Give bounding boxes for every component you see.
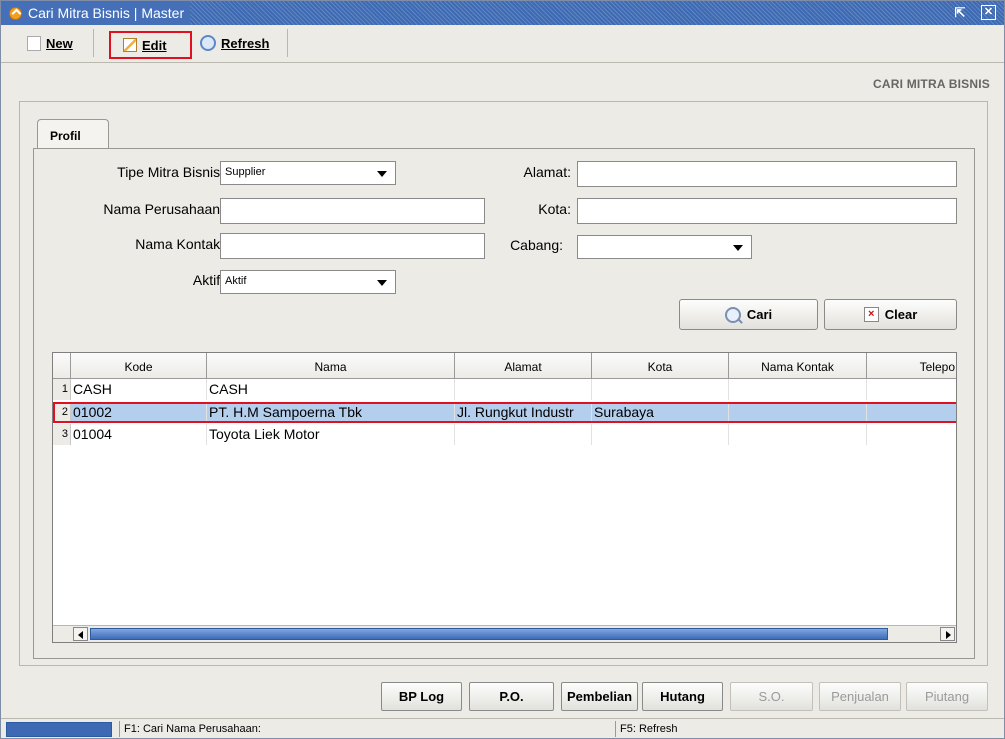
aktif-select[interactable]: Aktif: [220, 270, 396, 294]
aktif-label: Aktif:: [192, 272, 224, 288]
table-header: Kode Nama Alamat Kota Nama Kontak Telepo: [53, 353, 956, 379]
search-icon: [724, 306, 741, 323]
search-frame: Profil Tipe Mitra Bisnis: Supplier Nama …: [19, 101, 988, 666]
alamat-input[interactable]: [577, 161, 957, 187]
column-header-nama-kontak[interactable]: Nama Kontak: [729, 353, 867, 379]
po-button[interactable]: P.O.: [469, 682, 554, 711]
kota-input[interactable]: [577, 198, 957, 224]
nama-perusahaan-input[interactable]: [220, 198, 485, 224]
table-row[interactable]: 3 01004 Toyota Liek Motor: [53, 424, 956, 445]
window-title: Cari Mitra Bisnis | Master: [28, 5, 185, 21]
so-button[interactable]: S.O.: [730, 682, 813, 711]
column-header-kota[interactable]: Kota: [592, 353, 729, 379]
tab-profil[interactable]: Profil: [37, 119, 109, 149]
new-document-icon: [27, 35, 41, 51]
scroll-left-icon[interactable]: [73, 627, 88, 641]
restore-icon[interactable]: ⇱: [952, 5, 968, 21]
status-indicator: [6, 722, 112, 737]
app-icon: [9, 6, 22, 20]
toolbar: New Edit Refresh: [1, 25, 1004, 63]
pembelian-button[interactable]: Pembelian: [561, 682, 638, 711]
cabang-select[interactable]: [577, 235, 752, 259]
clear-button[interactable]: × Clear: [824, 299, 957, 330]
penjualan-button[interactable]: Penjualan: [819, 682, 901, 711]
status-f1: F1: Cari Nama Perusahaan:: [119, 721, 615, 737]
clear-icon: ×: [863, 307, 879, 322]
status-bar: F1: Cari Nama Perusahaan: F5: Refresh: [1, 718, 1004, 738]
results-table[interactable]: Kode Nama Alamat Kota Nama Kontak Telepo…: [52, 352, 957, 643]
column-header-alamat[interactable]: Alamat: [455, 353, 592, 379]
status-f5: F5: Refresh: [615, 721, 677, 737]
hutang-button[interactable]: Hutang: [642, 682, 723, 711]
column-header-telepon[interactable]: Telepo: [867, 353, 956, 379]
table-row-selected[interactable]: 2 01002 PT. H.M Sampoerna Tbk Jl. Rungku…: [53, 402, 956, 423]
scroll-thumb[interactable]: [90, 628, 888, 640]
nama-kontak-input[interactable]: [220, 233, 485, 259]
column-header-nama[interactable]: Nama: [207, 353, 455, 379]
column-header-kode[interactable]: Kode: [71, 353, 207, 379]
edit-button[interactable]: Edit: [109, 31, 192, 59]
refresh-button[interactable]: Refresh: [198, 29, 288, 57]
new-button[interactable]: New: [9, 29, 94, 57]
table-row[interactable]: 1 CASH CASH: [53, 379, 956, 400]
close-icon[interactable]: ✕: [981, 5, 996, 20]
alamat-label: Alamat:: [523, 164, 571, 180]
profil-panel: Tipe Mitra Bisnis: Supplier Nama Perusah…: [33, 148, 975, 659]
piutang-button[interactable]: Piutang: [906, 682, 988, 711]
main-window: Cari Mitra Bisnis | Master ⇱ ✕ New Edit …: [0, 0, 1005, 739]
tipe-mitra-label: Tipe Mitra Bisnis:: [117, 164, 224, 180]
cabang-label: Cabang:: [510, 237, 563, 253]
bp-log-button[interactable]: BP Log: [381, 682, 462, 711]
refresh-icon: [200, 35, 216, 51]
cari-button[interactable]: Cari: [679, 299, 818, 330]
pencil-icon: [123, 38, 137, 52]
page-title: CARI MITRA BISNIS: [873, 77, 990, 91]
title-bar: Cari Mitra Bisnis | Master ⇱ ✕: [1, 1, 1004, 25]
scroll-right-icon[interactable]: [940, 627, 955, 641]
nama-kontak-label: Nama Kontak:: [135, 236, 224, 252]
nama-perusahaan-label: Nama Perusahaan:: [103, 201, 224, 217]
horizontal-scrollbar[interactable]: [53, 625, 956, 642]
tipe-mitra-select[interactable]: Supplier: [220, 161, 396, 185]
kota-label: Kota:: [538, 201, 571, 217]
